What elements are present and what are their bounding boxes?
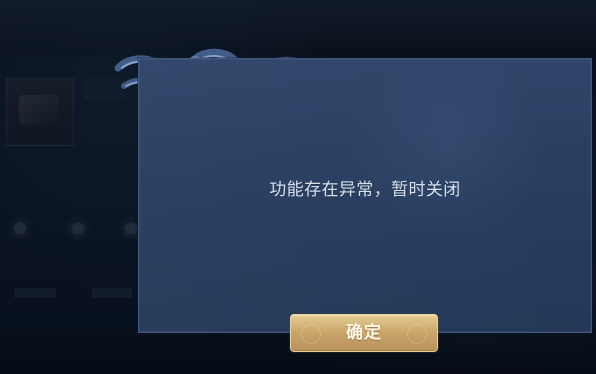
notice-dialog: 功能存在异常，暂时关闭 (138, 58, 592, 333)
dialog-container: 功能存在异常，暂时关闭 确定 (114, 48, 593, 352)
dialog-message: 功能存在异常，暂时关闭 (269, 180, 461, 200)
confirm-button[interactable]: 确定 (290, 314, 438, 352)
game-screen: 功能存在异常，暂时关闭 确定 (0, 0, 596, 374)
